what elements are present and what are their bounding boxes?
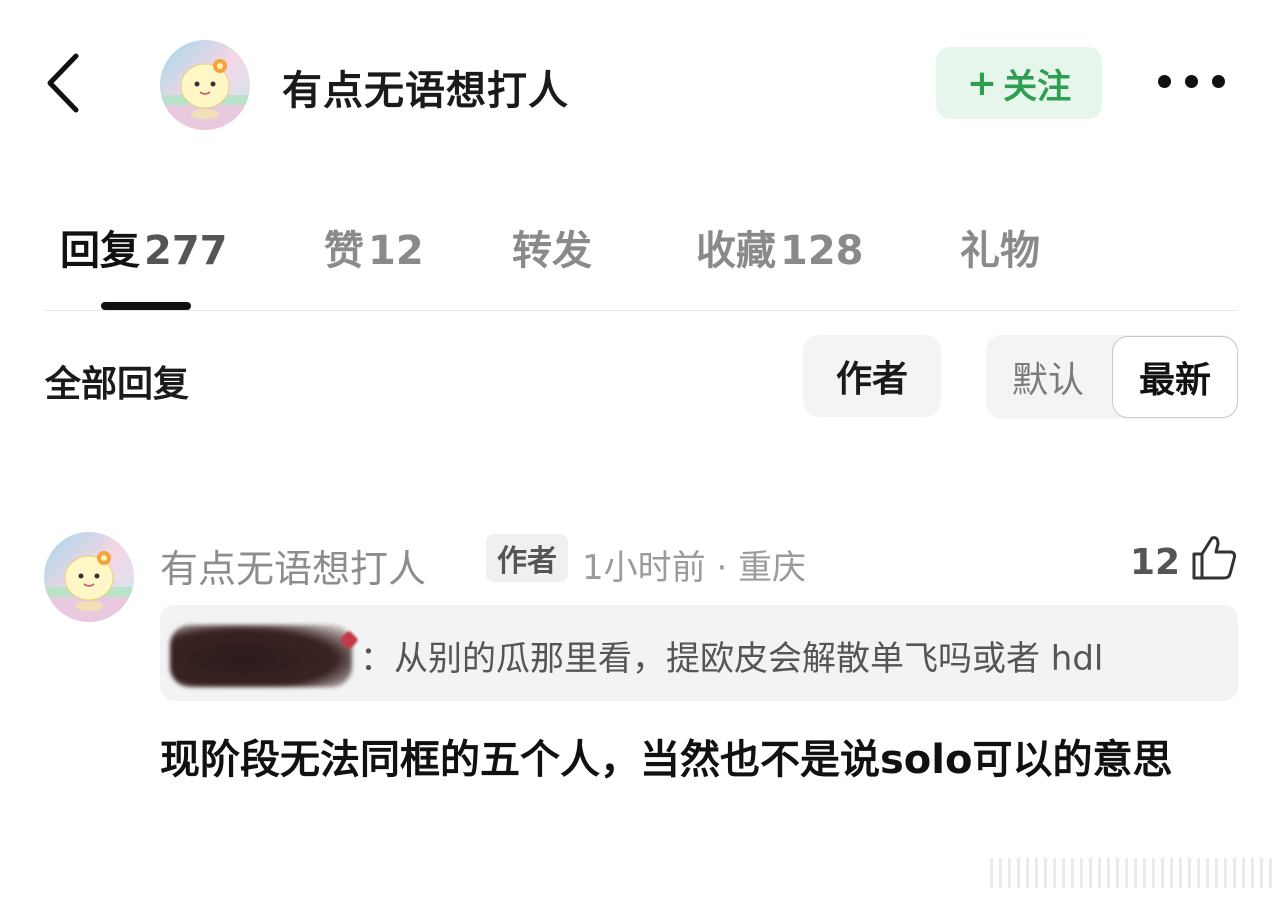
comment-timestamp-location: 1小时前 · 重庆 [582,548,807,588]
comment-avatar[interactable] [44,532,134,622]
active-tab-indicator [101,302,191,310]
comment-body: 现阶段无法同框的五个人，当然也不是说solo可以的意思 [160,737,1173,783]
like-count: 12 [1130,542,1181,583]
watermark [990,858,1272,888]
profile-username: 有点无语想打人 [282,68,569,114]
header-avatar[interactable] [160,40,250,130]
tab-replies[interactable]: 回复 277 [60,218,228,276]
tab-label: 转发 [512,228,592,274]
thumbs-up-icon [1192,536,1236,580]
plus-icon: + [966,62,998,104]
tab-label: 赞 [324,228,364,274]
tab-favorites[interactable]: 收藏 128 [696,218,864,276]
all-replies-heading: 全部回复 [45,364,190,405]
tabs-divider [44,310,1238,311]
follow-button[interactable]: + 关注 [936,47,1102,119]
tab-reposts[interactable]: 转发 [512,218,596,276]
comment-username[interactable]: 有点无语想打人 [160,538,426,593]
tab-count: 128 [780,228,864,274]
tab-label: 礼物 [960,228,1040,274]
more-dots-icon [1158,74,1171,88]
like-button[interactable] [1188,532,1240,584]
tab-label: 收藏 [696,228,776,274]
tab-likes[interactable]: 赞 12 [324,218,424,276]
quoted-text: ：从别的瓜那里看，提欧皮会解散单飞吗或者 hdl [360,639,1104,679]
tab-gifts[interactable]: 礼物 [960,218,1044,276]
tab-count: 277 [144,228,228,274]
more-dots-icon [1212,74,1225,88]
avatar-image [44,532,134,622]
sort-latest-button[interactable]: 最新 [1112,336,1238,418]
avatar-image [160,40,250,130]
quoted-reply[interactable]: ：从别的瓜那里看，提欧皮会解散单飞吗或者 hdl [160,605,1238,701]
more-dots-icon [1185,74,1198,88]
more-options-button[interactable] [1158,66,1228,96]
tab-label: 回复 [60,228,140,274]
sort-toggle: 默认 最新 [986,335,1238,419]
sort-default-button[interactable]: 默认 [986,335,1110,419]
back-button[interactable] [40,48,90,118]
tab-count: 12 [368,228,424,274]
author-filter-button[interactable]: 作者 [803,335,941,417]
redacted-username [170,625,352,687]
author-badge: 作者 [486,534,568,582]
follow-label: 关注 [1003,66,1072,107]
back-chevron-icon [47,53,79,113]
